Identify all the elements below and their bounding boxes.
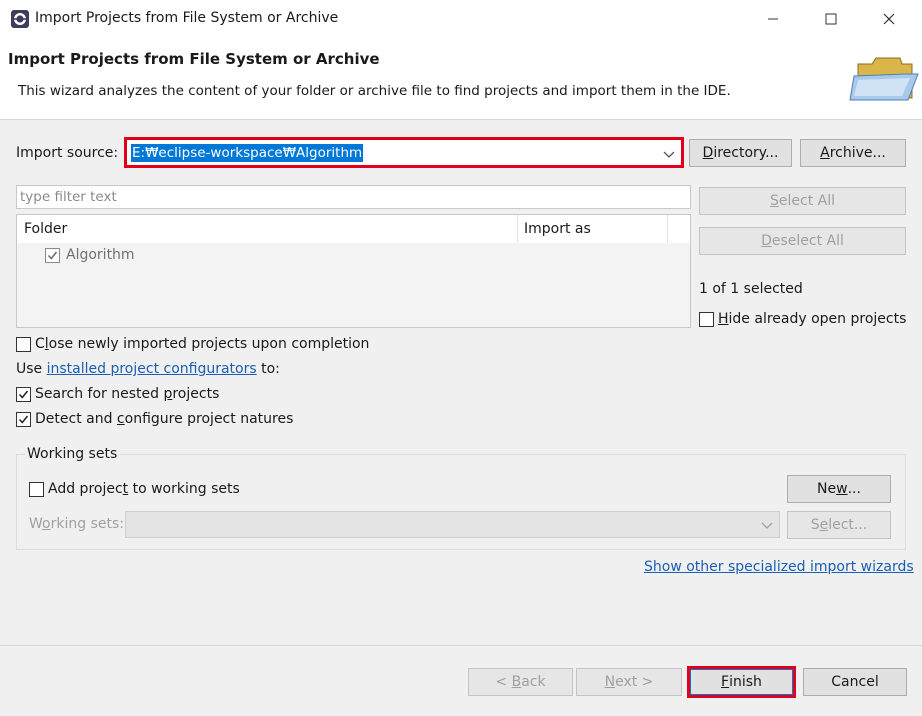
minimize-button[interactable]	[750, 0, 796, 38]
add-to-working-sets-option[interactable]: Add project to working sets	[29, 481, 240, 497]
select-all-button[interactable]: Select All	[699, 187, 906, 215]
project-tree[interactable]: Folder Import as Algorithm	[16, 214, 691, 328]
minimize-icon	[768, 18, 778, 20]
maximize-icon	[825, 13, 837, 25]
new-working-set-button[interactable]: Ne w...	[787, 475, 891, 503]
hide-open-projects-checkbox[interactable]	[699, 311, 714, 327]
tree-header: Folder Import as	[17, 215, 690, 243]
working-sets-title: Working sets	[25, 446, 120, 462]
wizard-header: Import Projects from File System or Arch…	[0, 38, 922, 120]
tree-row-folder: Algorithm	[66, 247, 135, 263]
checkmark-icon	[47, 251, 58, 260]
search-nested-checkbox[interactable]	[16, 386, 31, 402]
column-separator[interactable]	[667, 215, 668, 243]
column-separator[interactable]	[517, 215, 518, 243]
chevron-down-icon[interactable]	[663, 147, 675, 163]
close-button[interactable]	[866, 0, 912, 38]
close-icon	[883, 13, 895, 25]
column-folder[interactable]: Folder	[24, 221, 67, 237]
maximize-button[interactable]	[808, 0, 854, 38]
search-nested-label: Search for nested projects	[35, 386, 220, 402]
directory-button[interactable]: Directory...	[689, 139, 792, 167]
filter-input[interactable]: type filter text	[16, 185, 691, 209]
tree-row[interactable]: Algorithm	[45, 245, 135, 265]
detect-natures-label: Detect and configure project natures	[35, 411, 294, 427]
detect-natures-checkbox[interactable]	[16, 411, 31, 427]
close-projects-label: Close newly imported projects upon compl…	[35, 336, 370, 352]
window-title: Import Projects from File System or Arch…	[35, 10, 339, 26]
installed-configurators-link[interactable]: installed project configurators	[47, 361, 257, 377]
back-button[interactable]: < Back	[468, 668, 573, 696]
chevron-down-icon[interactable]	[761, 518, 773, 534]
hide-open-projects-label: Hide already open projects	[718, 311, 907, 327]
finish-button[interactable]: Finish	[690, 669, 793, 695]
wizard-description: This wizard analyzes the content of your…	[18, 83, 731, 99]
import-source-combo[interactable]: E:₩eclipse-workspace₩Algorithm	[124, 137, 684, 168]
other-import-wizards-link[interactable]: Show other specialized import wizards	[644, 559, 914, 575]
add-to-working-sets-label: Add project to working sets	[48, 481, 240, 497]
selected-count: 1 of 1 selected	[699, 281, 803, 297]
archive-button[interactable]: Archive...	[800, 139, 906, 167]
working-sets-combo[interactable]	[125, 511, 780, 538]
select-working-sets-button[interactable]: Se lect...	[787, 511, 891, 539]
wizard-heading: Import Projects from File System or Arch…	[8, 50, 380, 68]
import-source-value[interactable]: E:₩eclipse-workspace₩Algorithm	[131, 144, 364, 162]
configurators-sentence: Use installed project configurators to:	[16, 361, 280, 377]
title-bar: Import Projects from File System or Arch…	[0, 0, 922, 38]
eclipse-icon	[10, 9, 30, 29]
cancel-button[interactable]: Cancel	[803, 668, 907, 696]
tree-row-checkbox[interactable]	[45, 247, 60, 263]
working-sets-label: Working sets:	[29, 516, 124, 532]
filter-placeholder: type filter text	[20, 189, 117, 205]
import-source-label: Import source:	[16, 145, 119, 161]
next-button[interactable]: Next >	[576, 668, 682, 696]
hide-open-projects-option[interactable]: Hide already open projects	[699, 311, 906, 327]
close-projects-checkbox[interactable]	[16, 336, 31, 352]
checkmark-icon	[18, 390, 29, 399]
checkmark-icon	[18, 415, 29, 424]
deselect-all-button[interactable]: Deselect All	[699, 227, 906, 255]
folder-open-icon	[846, 50, 922, 106]
detect-natures-option[interactable]: Detect and configure project natures	[16, 411, 293, 427]
add-to-working-sets-checkbox[interactable]	[29, 481, 44, 497]
close-projects-option[interactable]: Close newly imported projects upon compl…	[16, 336, 369, 352]
column-import-as[interactable]: Import as	[524, 221, 591, 237]
footer-divider	[0, 645, 922, 646]
search-nested-option[interactable]: Search for nested projects	[16, 386, 219, 402]
